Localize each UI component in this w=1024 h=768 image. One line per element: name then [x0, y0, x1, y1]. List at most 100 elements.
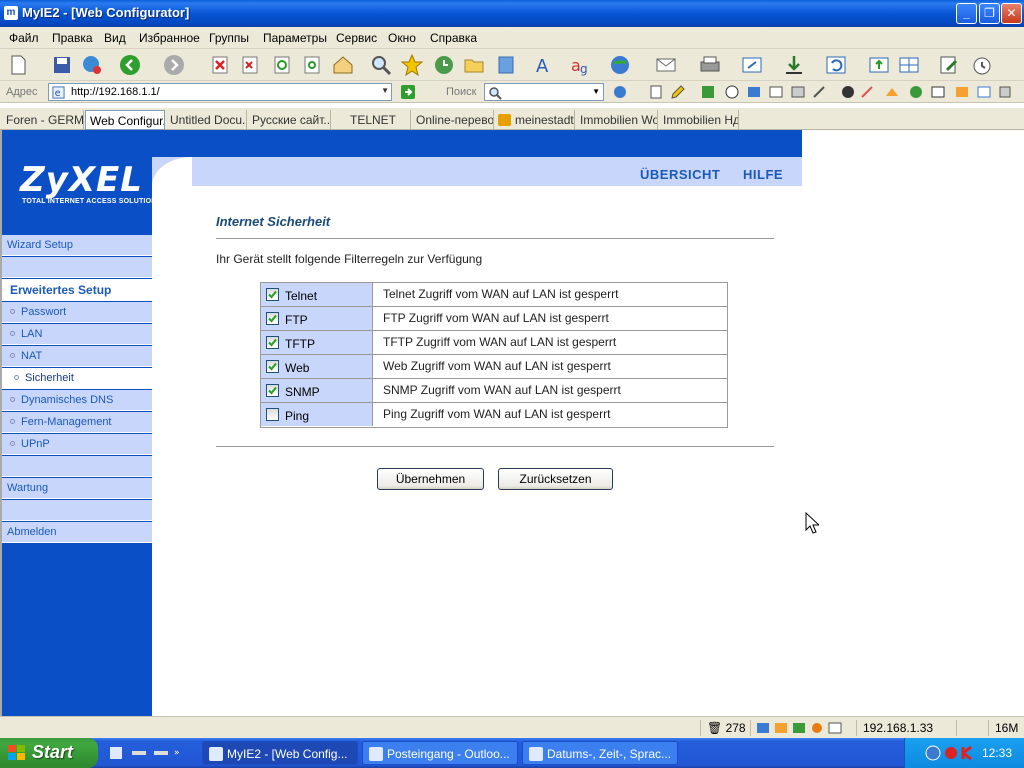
reset-button[interactable]: Zurücksetzen — [498, 468, 613, 490]
save-icon[interactable] — [50, 53, 74, 77]
quick-launch-icon[interactable]: » — [108, 745, 188, 761]
status-empty — [956, 720, 988, 736]
status-tool-icons[interactable] — [750, 720, 850, 736]
filter-row: Web Web Zugriff vom WAN auf LAN ist gespe… — [261, 355, 727, 379]
nav-help-link[interactable]: HILFE — [743, 167, 783, 182]
quick-tools-icon[interactable] — [700, 84, 1020, 100]
sidebar-item-password[interactable]: Passwort — [2, 302, 152, 323]
menu-options[interactable]: Параметры — [263, 31, 327, 45]
window-titlebar[interactable]: m MyIE2 - [Web Configurator] _ ❐ ✕ — [0, 0, 1024, 27]
globe-user-icon[interactable] — [80, 53, 104, 77]
filter-checkbox[interactable] — [266, 384, 279, 397]
back-icon[interactable] — [118, 53, 142, 77]
search-engine-icon[interactable] — [612, 84, 628, 100]
tab-telnet[interactable]: TELNET — [332, 110, 411, 130]
sidebar-item-security[interactable]: Sicherheit — [2, 368, 152, 389]
tab-web-configurator[interactable]: Web Configur... — [85, 110, 165, 130]
sidebar-item-label: UPnP — [21, 438, 50, 450]
address-input[interactable]: e http://192.168.1.1/ ▼ — [48, 83, 392, 101]
filter-name-cell: Web — [261, 355, 373, 378]
highlight-icon[interactable] — [670, 84, 686, 100]
search-dropdown-icon[interactable]: ▼ — [592, 87, 600, 96]
tab-immobilien-2[interactable]: Immobilien Нд... — [659, 110, 739, 130]
sidebar-item-remote-management[interactable]: Fern-Management — [2, 412, 152, 433]
tab-immobilien-1[interactable]: Immobilien Wo... — [576, 110, 658, 130]
tray-icons[interactable] — [925, 745, 981, 761]
notes-icon[interactable] — [494, 53, 518, 77]
refresh-icon[interactable] — [270, 53, 294, 77]
font-size-icon[interactable]: A — [532, 53, 556, 77]
menu-groups[interactable]: Группы — [209, 31, 249, 45]
menu-edit[interactable]: Правка — [52, 31, 93, 45]
tab-foren[interactable]: Foren - GERM... — [2, 110, 84, 130]
system-tray: 12:33 — [904, 738, 1024, 768]
filter-checkbox[interactable] — [266, 360, 279, 373]
menu-favorites[interactable]: Избранное — [139, 31, 200, 45]
menu-file[interactable]: Файл — [9, 31, 39, 45]
print-icon[interactable] — [698, 53, 722, 77]
edit-page-icon[interactable] — [937, 53, 961, 77]
checkmark-icon — [268, 290, 277, 299]
tile-windows-icon[interactable] — [897, 53, 921, 77]
mail-icon[interactable] — [654, 53, 678, 77]
status-count: 278 — [725, 721, 746, 735]
tab-russian-sites[interactable]: Русские сайт... — [248, 110, 331, 130]
stop-all-icon[interactable] — [238, 53, 262, 77]
filter-checkbox[interactable] — [266, 312, 279, 325]
filter-name: Telnet — [285, 289, 318, 303]
tab-meinestadt[interactable]: meinestadt... — [495, 110, 575, 130]
filter-description-text: Web Zugriff vom WAN auf LAN ist gesperrt — [383, 359, 611, 373]
new-page-icon[interactable] — [6, 53, 30, 77]
timer-icon[interactable] — [970, 53, 994, 77]
tab-online-translator[interactable]: Online-перево... — [412, 110, 494, 130]
forward-icon[interactable] — [162, 53, 186, 77]
refresh-all-icon[interactable] — [300, 53, 324, 77]
fullscreen-icon[interactable] — [740, 53, 764, 77]
filter-checkbox[interactable] — [266, 336, 279, 349]
folder-icon[interactable] — [462, 53, 486, 77]
filter-name: Web — [285, 361, 310, 375]
stop-icon[interactable] — [208, 53, 232, 77]
window-up-icon[interactable] — [867, 53, 891, 77]
sidebar-spacer — [2, 456, 152, 477]
start-button[interactable]: Start — [0, 738, 98, 768]
sidebar-item-label: LAN — [21, 328, 43, 340]
address-dropdown-icon[interactable]: ▼ — [381, 86, 389, 95]
sidebar-item-lan[interactable]: LAN — [2, 324, 152, 345]
home-icon[interactable] — [331, 53, 355, 77]
menu-view[interactable]: Вид — [104, 31, 126, 45]
menu-window[interactable]: Окно — [388, 31, 416, 45]
web-globe-icon[interactable] — [608, 53, 632, 77]
search-input[interactable]: ▼ — [484, 83, 604, 101]
close-button[interactable]: ✕ — [1001, 3, 1022, 24]
apply-button[interactable]: Übernehmen — [377, 468, 484, 490]
tab-untitled-document[interactable]: Untitled Docu... — [166, 110, 247, 130]
sidebar-header-advanced-setup[interactable]: Erweitertes Setup — [2, 279, 152, 301]
taskbar-task-date-time[interactable]: Datums-, Zeit-, Sprac... — [522, 741, 678, 765]
go-icon[interactable] — [400, 84, 416, 100]
search-page-icon[interactable] — [648, 84, 664, 100]
minimize-button[interactable]: _ — [956, 3, 977, 24]
menu-help[interactable]: Справка — [430, 31, 477, 45]
filter-checkbox[interactable] — [266, 288, 279, 301]
restore-button[interactable]: ❐ — [979, 3, 1000, 24]
filter-checkbox[interactable] — [266, 408, 279, 421]
download-icon[interactable] — [782, 53, 806, 77]
sidebar-item-nat[interactable]: NAT — [2, 346, 152, 367]
nav-overview-link[interactable]: ÜBERSICHT — [640, 167, 720, 182]
sidebar-item-dynamic-dns[interactable]: Dynamisches DNS — [2, 390, 152, 411]
sidebar-item-logout[interactable]: Abmelden — [2, 522, 152, 543]
favorites-star-icon[interactable] — [400, 53, 424, 77]
checkmark-icon — [268, 362, 277, 371]
menu-tools[interactable]: Сервис — [336, 31, 377, 45]
search-icon[interactable] — [369, 53, 393, 77]
taskbar-task-outlook[interactable]: Posteingang - Outloo... — [362, 741, 518, 765]
sidebar-item-maintenance[interactable]: Wartung — [2, 478, 152, 499]
status-trash-count[interactable]: 🗑 278 — [700, 720, 750, 736]
sidebar-item-upnp[interactable]: UPnP — [2, 434, 152, 455]
encoding-icon[interactable]: ag — [568, 53, 592, 77]
sidebar-item-wizard-setup[interactable]: Wizard Setup — [2, 235, 152, 256]
undo-icon[interactable] — [824, 53, 848, 77]
taskbar-task-myie2[interactable]: MyIE2 - [Web Config... — [202, 741, 358, 765]
history-icon[interactable] — [432, 53, 456, 77]
